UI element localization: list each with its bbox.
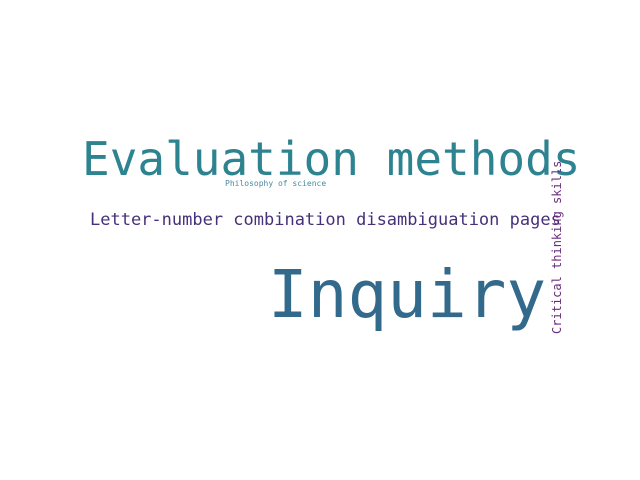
- word-cloud: Evaluation methods Philosophy of science…: [0, 0, 640, 480]
- word-inquiry: Inquiry: [268, 256, 547, 333]
- word-philosophy-of-science: Philosophy of science: [225, 179, 327, 188]
- word-letter-number-combination: Letter-number combination disambiguation…: [90, 210, 561, 230]
- word-evaluation-methods: Evaluation methods: [82, 132, 581, 186]
- word-critical-thinking-skills: Critical thinking skills: [550, 160, 564, 334]
